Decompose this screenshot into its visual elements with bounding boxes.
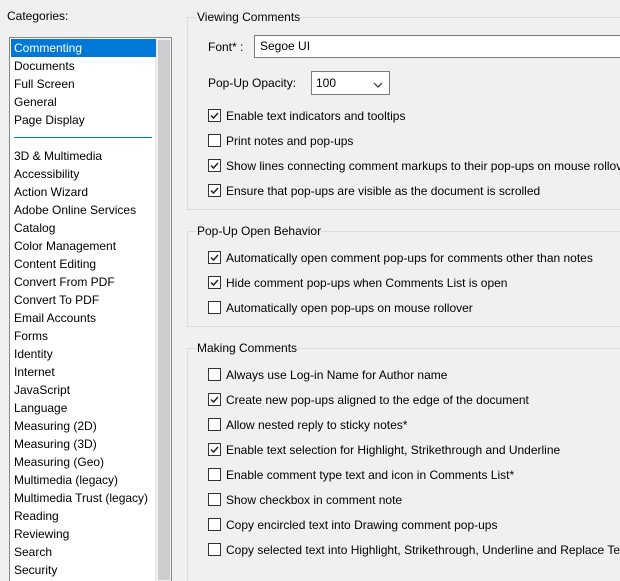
checkbox-unchecked-icon[interactable]	[208, 368, 221, 381]
category-item-general[interactable]: General	[11, 93, 156, 111]
category-item-security[interactable]: Security	[11, 561, 156, 579]
checkbox-label: Enable text indicators and tooltips	[226, 109, 406, 123]
category-item-page-display[interactable]: Page Display	[11, 111, 156, 129]
category-item-catalog[interactable]: Catalog	[11, 219, 156, 237]
category-item-forms[interactable]: Forms	[11, 327, 156, 345]
checkbox-unchecked-icon[interactable]	[208, 468, 221, 481]
checkbox-label: Print notes and pop-ups	[226, 134, 354, 148]
checkbox-row-automatically-open-pop-ups-on-mouse-roll[interactable]: Automatically open pop-ups on mouse roll…	[208, 300, 473, 316]
checkbox-checked-icon[interactable]	[208, 276, 221, 289]
popup-behavior-title: Pop-Up Open Behavior	[197, 223, 322, 239]
category-item-documents[interactable]: Documents	[11, 57, 156, 75]
checkbox-label: Automatically open comment pop-ups for c…	[226, 251, 593, 265]
checkbox-row-create-new-pop-ups-aligned-to-the-edge-o[interactable]: Create new pop-ups aligned to the edge o…	[208, 392, 529, 408]
category-item-reviewing[interactable]: Reviewing	[11, 525, 156, 543]
category-item-multimedia-legacy[interactable]: Multimedia (legacy)	[11, 471, 156, 489]
category-item-language[interactable]: Language	[11, 399, 156, 417]
categories-label: Categories:	[7, 9, 69, 23]
popup-opacity-select[interactable]: 100	[311, 71, 390, 95]
checkbox-row-show-lines-connecting-comment-markups-to[interactable]: Show lines connecting comment markups to…	[208, 158, 620, 174]
category-item-convert-to-pdf[interactable]: Convert To PDF	[11, 291, 156, 309]
font-label: Font* :	[208, 40, 244, 54]
category-item-multimedia-trust-legacy[interactable]: Multimedia Trust (legacy)	[11, 489, 156, 507]
category-item-measuring-2d[interactable]: Measuring (2D)	[11, 417, 156, 435]
checkbox-row-show-checkbox-in-comment-note[interactable]: Show checkbox in comment note	[208, 492, 402, 508]
checkbox-row-enable-text-selection-for-highlight-stri[interactable]: Enable text selection for Highlight, Str…	[208, 442, 560, 458]
category-item-color-management[interactable]: Color Management	[11, 237, 156, 255]
categories-scrollbar[interactable]	[155, 38, 171, 581]
checkbox-unchecked-icon[interactable]	[208, 301, 221, 314]
popup-opacity-label: Pop-Up Opacity:	[208, 76, 297, 90]
checkbox-label: Enable comment type text and icon in Com…	[226, 468, 515, 482]
checkbox-row-enable-text-indicators-and-tooltips[interactable]: Enable text indicators and tooltips	[208, 108, 405, 124]
checkbox-unchecked-icon[interactable]	[208, 418, 221, 431]
category-item-javascript[interactable]: JavaScript	[11, 381, 156, 399]
checkbox-row-copy-encircled-text-into-drawing-comment[interactable]: Copy encircled text into Drawing comment…	[208, 517, 497, 533]
categories-list[interactable]: Commenting Documents Full Screen General Pag…	[9, 37, 172, 581]
checkbox-unchecked-icon[interactable]	[208, 493, 221, 506]
category-item-commenting[interactable]: Commenting	[11, 39, 156, 57]
checkbox-checked-icon[interactable]	[208, 184, 221, 197]
category-item-action-wizard[interactable]: Action Wizard	[11, 183, 156, 201]
checkbox-checked-icon[interactable]	[208, 393, 221, 406]
checkbox-label: Create new pop-ups aligned to the edge o…	[226, 393, 529, 407]
checkbox-label: Ensure that pop-ups are visible as the d…	[226, 184, 541, 198]
category-item-full-screen[interactable]: Full Screen	[11, 75, 156, 93]
category-item-reading[interactable]: Reading	[11, 507, 156, 525]
checkbox-label: Always use Log-in Name for Author name	[226, 368, 448, 382]
checkbox-row-automatically-open-comment-pop-ups-for-c[interactable]: Automatically open comment pop-ups for c…	[208, 250, 593, 266]
category-item-identity[interactable]: Identity	[11, 345, 156, 363]
category-item-measuring-geo[interactable]: Measuring (Geo)	[11, 453, 156, 471]
category-item-email-accounts[interactable]: Email Accounts	[11, 309, 156, 327]
category-item-content-editing[interactable]: Content Editing	[11, 255, 156, 273]
checkbox-checked-icon[interactable]	[208, 251, 221, 264]
checkbox-row-allow-nested-reply-to-sticky-notes[interactable]: Allow nested reply to sticky notes*	[208, 417, 407, 433]
checkbox-row-copy-selected-text-into-highlight-strike[interactable]: Copy selected text into Highlight, Strik…	[208, 542, 620, 558]
checkbox-checked-icon[interactable]	[208, 109, 221, 122]
checkbox-row-ensure-that-pop-ups-are-visible-as-the-d[interactable]: Ensure that pop-ups are visible as the d…	[208, 183, 540, 199]
checkbox-unchecked-icon[interactable]	[208, 518, 221, 531]
checkbox-label: Hide comment pop-ups when Comments List …	[226, 276, 508, 290]
font-field[interactable]: Segoe UI	[254, 35, 620, 58]
checkbox-label: Show checkbox in comment note	[226, 493, 403, 507]
checkbox-row-print-notes-and-pop-ups[interactable]: Print notes and pop-ups	[208, 133, 353, 149]
popup-opacity-value: 100	[316, 76, 337, 90]
checkbox-label: Copy encircled text into Drawing comment…	[226, 518, 498, 532]
checkbox-unchecked-icon[interactable]	[208, 134, 221, 147]
chevron-down-icon	[373, 76, 383, 98]
category-item-adobe-online-services[interactable]: Adobe Online Services	[11, 201, 156, 219]
checkbox-row-hide-comment-pop-ups-when-comments-list-[interactable]: Hide comment pop-ups when Comments List …	[208, 275, 507, 291]
checkbox-label: Show lines connecting comment markups to…	[226, 159, 620, 173]
viewing-comments-title: Viewing Comments	[197, 9, 301, 25]
category-item-internet[interactable]: Internet	[11, 363, 156, 381]
category-item-3d-multimedia[interactable]: 3D & Multimedia	[11, 147, 156, 165]
checkbox-label: Enable text selection for Highlight, Str…	[226, 443, 561, 457]
checkbox-row-always-use-log-in-name-for-author-name[interactable]: Always use Log-in Name for Author name	[208, 367, 447, 383]
scrollbar-thumb[interactable]	[158, 40, 170, 580]
checkbox-unchecked-icon[interactable]	[208, 543, 221, 556]
checkbox-row-enable-comment-type-text-and-icon-in-com[interactable]: Enable comment type text and icon in Com…	[208, 467, 514, 483]
category-item-search[interactable]: Search	[11, 543, 156, 561]
category-item-accessibility[interactable]: Accessibility	[11, 165, 156, 183]
checkbox-checked-icon[interactable]	[208, 159, 221, 172]
checkbox-checked-icon[interactable]	[208, 443, 221, 456]
categories-separator	[14, 137, 152, 138]
making-comments-title: Making Comments	[197, 340, 298, 356]
checkbox-label: Allow nested reply to sticky notes*	[226, 418, 408, 432]
category-item-measuring-3d[interactable]: Measuring (3D)	[11, 435, 156, 453]
category-item-convert-from-pdf[interactable]: Convert From PDF	[11, 273, 156, 291]
checkbox-label: Automatically open pop-ups on mouse roll…	[226, 301, 473, 315]
checkbox-label: Copy selected text into Highlight, Strik…	[226, 543, 620, 557]
